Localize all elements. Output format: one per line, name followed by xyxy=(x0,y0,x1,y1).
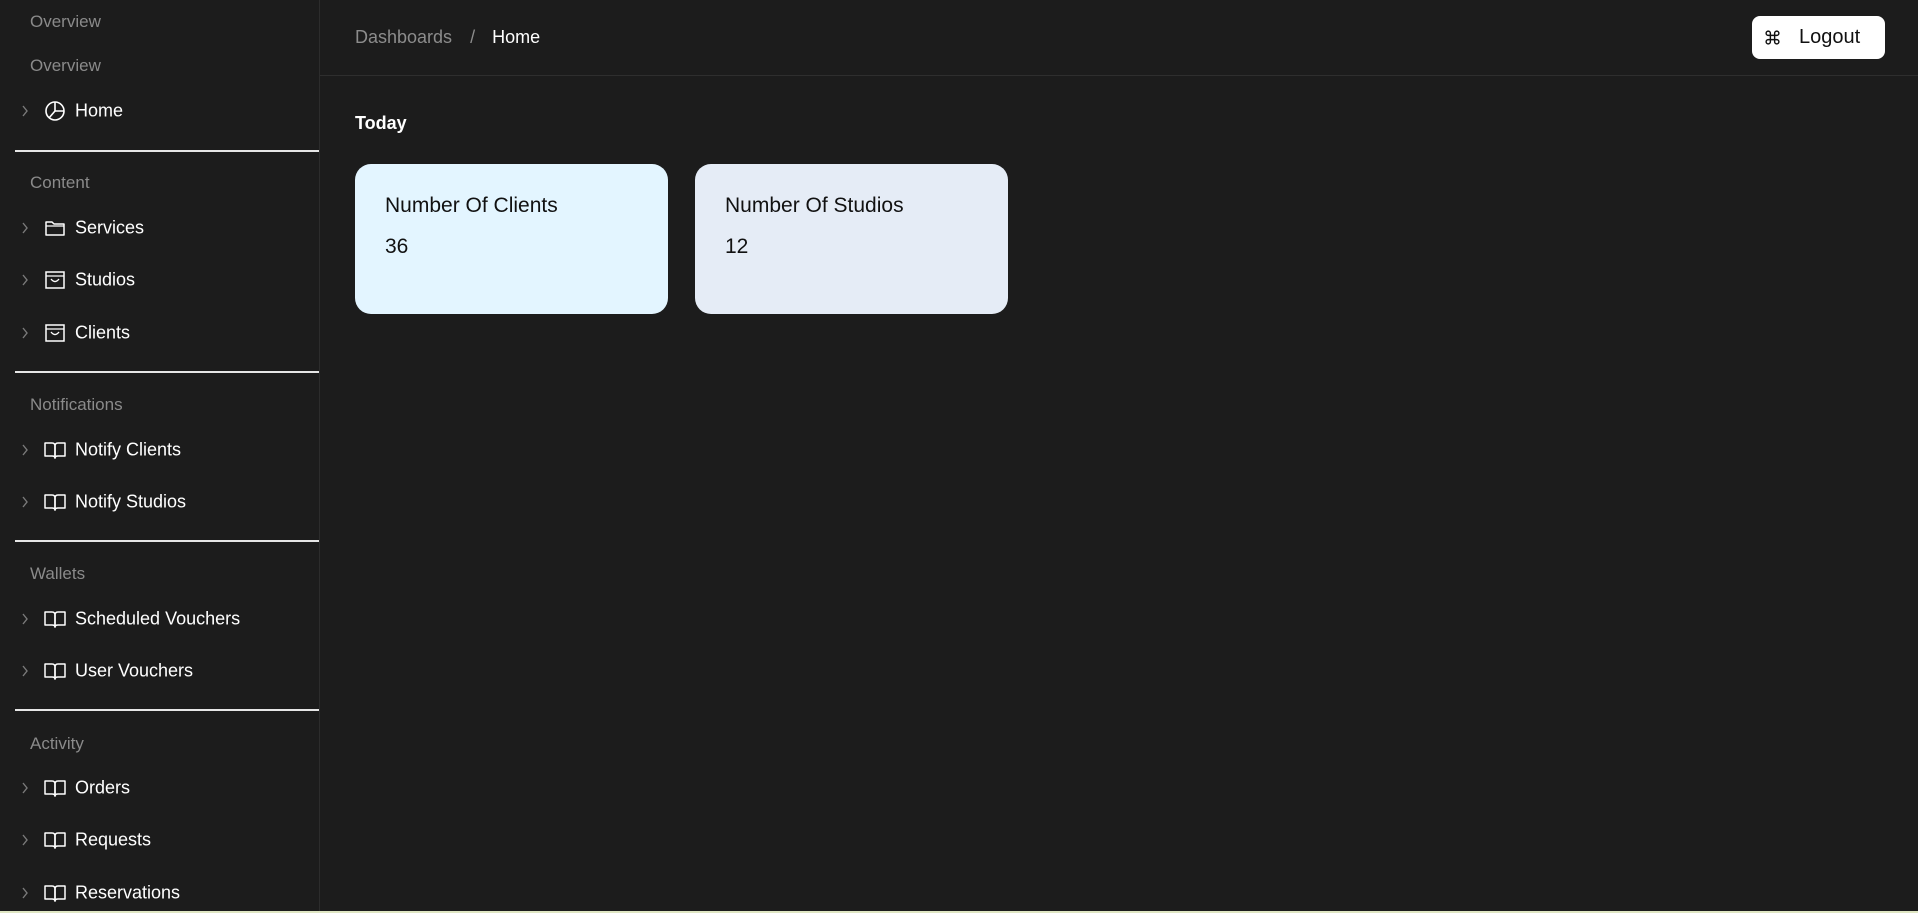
chevron-right-icon xyxy=(20,273,30,287)
stat-card-value: 12 xyxy=(725,235,749,258)
sidebar-section-title: Notifications xyxy=(30,395,123,414)
stat-card-clients: Number Of Clients 36 xyxy=(355,164,668,314)
chevron-right-icon xyxy=(20,104,30,118)
sidebar-item-label: Reservations xyxy=(75,882,181,903)
stat-card-title: Number Of Clients xyxy=(385,194,558,217)
chevron-right-icon xyxy=(20,664,30,678)
stat-card-studios: Number Of Studios 12 xyxy=(695,164,1008,314)
folder-icon xyxy=(44,217,66,239)
sidebar-item-notify-studios[interactable]: Notify Studios xyxy=(0,482,319,522)
app-window: Overview Overview Home Content Services xyxy=(0,0,1918,913)
sidebar-item-label: Notify Clients xyxy=(75,439,182,460)
sidebar-item-label: Clients xyxy=(75,322,131,343)
sidebar-section-title: Overview xyxy=(30,56,101,75)
chevron-right-icon xyxy=(20,443,30,457)
sidebar-item-label: Home xyxy=(75,100,124,121)
chevron-right-icon xyxy=(20,886,30,900)
logout-button[interactable]: Logout xyxy=(1752,16,1885,59)
logout-button-label: Logout xyxy=(1799,26,1861,48)
book-open-icon xyxy=(44,491,66,513)
sidebar-item-label: Requests xyxy=(75,829,152,850)
stat-card-title: Number Of Studios xyxy=(725,194,904,217)
archive-icon xyxy=(44,269,66,291)
section-heading-today: Today xyxy=(355,113,407,133)
pie-chart-icon xyxy=(44,100,66,122)
sidebar-divider xyxy=(15,709,319,711)
chevron-right-icon xyxy=(20,495,30,509)
sidebar-item-home[interactable]: Home xyxy=(0,91,319,131)
sidebar-item-studios[interactable]: Studios xyxy=(0,260,319,300)
breadcrumb: Dashboards / Home xyxy=(355,27,540,48)
stat-card-value: 36 xyxy=(385,235,409,258)
sidebar-item-reservations[interactable]: Reservations xyxy=(0,873,319,911)
chevron-right-icon xyxy=(20,612,30,626)
chevron-right-icon xyxy=(20,833,30,847)
book-open-icon xyxy=(44,660,66,682)
sidebar-item-scheduled-vouchers[interactable]: Scheduled Vouchers xyxy=(0,599,319,639)
sidebar-item-clients[interactable]: Clients xyxy=(0,313,319,353)
sidebar-item-orders[interactable]: Orders xyxy=(0,768,319,808)
sidebar-item-label: Orders xyxy=(75,777,131,798)
book-open-icon xyxy=(44,439,66,461)
chevron-right-icon xyxy=(20,326,30,340)
sidebar-item-label: Services xyxy=(75,217,145,238)
sidebar-divider xyxy=(15,371,319,373)
sidebar-item-label: User Vouchers xyxy=(75,660,194,681)
book-open-icon xyxy=(44,829,66,851)
top-header: Dashboards / Home Logout xyxy=(320,0,1918,76)
sidebar-item-services[interactable]: Services xyxy=(0,208,319,248)
sidebar-section-title: Content xyxy=(30,173,90,192)
command-icon xyxy=(1764,29,1781,46)
book-open-icon xyxy=(44,777,66,799)
chevron-right-icon xyxy=(20,781,30,795)
sidebar-section-title: Activity xyxy=(30,734,84,753)
sidebar-item-label: Scheduled Vouchers xyxy=(75,608,241,629)
breadcrumb-item-home: Home xyxy=(492,27,541,47)
sidebar-divider xyxy=(15,150,319,152)
archive-icon xyxy=(44,322,66,344)
sidebar-item-notify-clients[interactable]: Notify Clients xyxy=(0,430,319,470)
sidebar-item-user-vouchers[interactable]: User Vouchers xyxy=(0,651,319,691)
book-open-icon xyxy=(44,882,66,904)
sidebar-section-title: Overview xyxy=(30,12,101,31)
sidebar-section-title: Wallets xyxy=(30,564,86,583)
sidebar-item-requests[interactable]: Requests xyxy=(0,820,319,860)
book-open-icon xyxy=(44,608,66,630)
breadcrumb-item-dashboards[interactable]: Dashboards xyxy=(355,27,452,48)
breadcrumb-separator: / xyxy=(470,27,476,47)
sidebar-item-label: Notify Studios xyxy=(75,491,187,512)
chevron-right-icon xyxy=(20,221,30,235)
sidebar-item-label: Studios xyxy=(75,269,136,290)
sidebar-divider xyxy=(15,540,319,542)
sidebar: Overview Overview Home Content Services xyxy=(0,0,320,911)
